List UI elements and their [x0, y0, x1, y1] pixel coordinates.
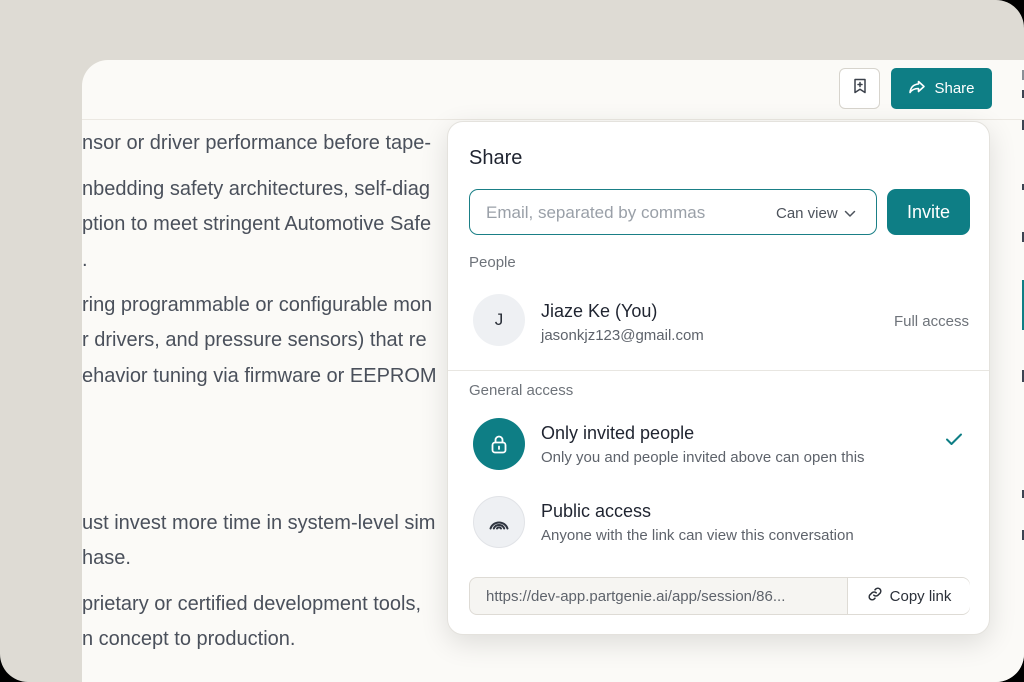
avatar: J: [473, 294, 525, 346]
doc-line: .: [82, 249, 88, 271]
person-row: J Jiaze Ke (You) jasonkjz123@gmail.com F…: [473, 294, 969, 348]
share-arrow-icon: [908, 79, 926, 99]
access-option-title: Only invited people: [541, 423, 695, 443]
permission-select-label: Can view: [776, 204, 838, 222]
top-bar: Share: [82, 60, 1024, 120]
link-icon: [867, 586, 883, 606]
permission-select[interactable]: Can view: [776, 203, 856, 223]
broadcast-icon: [473, 496, 525, 548]
right-sidebar-edge: [1020, 60, 1024, 682]
person-access-level: Full access: [893, 313, 969, 330]
share-dialog-title: Share: [469, 147, 523, 169]
access-option-invited[interactable]: Only invited people Only you and people …: [473, 418, 969, 472]
email-field-container: Can view: [469, 189, 877, 235]
doc-line: nbedding safety architectures, self-diag: [82, 178, 430, 200]
doc-line: prietary or certified development tools,: [82, 593, 422, 615]
doc-line: ption to meet stringent Automotive Safe: [82, 213, 432, 235]
doc-line: ust invest more time in system-level sim: [82, 512, 436, 534]
access-option-description: Anyone with the link can view this conve…: [541, 527, 854, 544]
bookmark-button[interactable]: [839, 68, 880, 109]
share-button[interactable]: Share: [891, 68, 992, 109]
invite-button[interactable]: Invite: [887, 189, 970, 235]
bookmark-icon: [851, 77, 869, 100]
doc-line: hase.: [82, 547, 131, 569]
invite-row: Can view Invite: [469, 189, 970, 235]
checkmark-icon: [945, 432, 963, 451]
share-button-label: Share: [934, 80, 975, 97]
doc-line: n concept to production.: [82, 628, 296, 650]
general-access-label: General access: [469, 382, 574, 399]
doc-line: nsor or driver performance before tape-: [82, 132, 432, 154]
chevron-down-icon: [844, 205, 856, 222]
doc-line: ring programmable or configurable mon: [82, 294, 433, 316]
share-link-url[interactable]: https://dev-app.partgenie.ai/app/session…: [486, 588, 831, 605]
people-section-label: People: [469, 254, 516, 271]
share-link-row: https://dev-app.partgenie.ai/app/session…: [469, 577, 970, 615]
person-email: jasonkjz123@gmail.com: [541, 327, 704, 344]
divider: [448, 370, 989, 371]
copy-link-button[interactable]: Copy link: [847, 578, 970, 614]
doc-line: ehavior tuning via firmware or EEPROM: [82, 365, 437, 387]
person-name: Jiaze Ke (You): [541, 301, 658, 321]
access-option-description: Only you and people invited above can op…: [541, 449, 865, 466]
access-option-title: Public access: [541, 501, 652, 521]
copy-link-label: Copy link: [889, 587, 952, 605]
doc-line: r drivers, and pressure sensors) that re: [82, 329, 427, 351]
lock-icon: [473, 418, 525, 470]
email-input[interactable]: [486, 202, 746, 224]
access-option-public[interactable]: Public access Anyone with the link can v…: [473, 496, 969, 550]
share-dialog: Share Can view Invite People J Jiaze Ke …: [447, 121, 990, 635]
